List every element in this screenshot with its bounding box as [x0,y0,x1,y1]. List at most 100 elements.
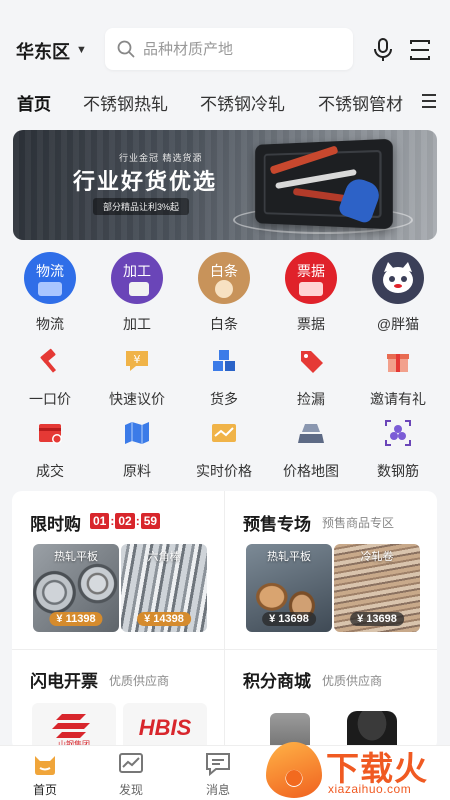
service-label: @胖猫 [376,316,420,332]
feature-bargain-hunt[interactable]: 捡漏 [271,346,351,409]
nav-label: 消息 [205,783,230,797]
feature-invite[interactable]: 邀请有礼 [358,346,438,409]
service-label: 加工 [123,316,151,332]
microphone-icon[interactable] [372,38,394,62]
feature-label: 邀请有礼 [370,391,426,407]
feature-count-rebar[interactable]: 数钢筋 [358,418,438,481]
service-logistics[interactable]: 物流 物流 [10,252,90,334]
presale-subtitle: 预售商品专区 [322,516,395,530]
feature-stock[interactable]: 货多 [184,346,264,409]
product-price: ¥ 11398 [49,612,103,626]
feature-price-map[interactable]: 价格地图 [271,418,351,481]
feature-label: 数钢筋 [377,463,419,479]
discover-chart-icon [119,753,143,773]
tab-pipes[interactable]: 不锈钢管材 [318,90,403,115]
product-card[interactable]: 冷轧卷 ¥ 13698 [334,544,420,632]
category-tabs: 首页 不锈钢热轧 不锈钢冷轧 不锈钢管材 [0,86,450,118]
product-name: 热轧平板 [54,551,98,563]
tag-icon [301,351,323,373]
search-icon [117,40,135,58]
banner-title: 行业好货优选 [73,169,218,194]
price-chart-icon [212,424,236,442]
promo-banner[interactable]: 行业金冠 精选货源 行业好货优选 部分精品让利3%起 [13,130,437,240]
flame-logo-icon [266,742,322,798]
product-card[interactable]: 六角棒 ¥ 14398 [121,544,207,632]
promo-card-grid: 限时购 01 : 02 : 59 热轧平板 ¥ 11398 六角棒 ¥ 1439… [12,491,437,751]
deal-card-icon [39,424,62,444]
feature-label: 一口价 [29,391,71,407]
feature-label: 实时价格 [196,463,252,479]
product-name: 冷轧卷 [360,551,394,563]
gift-icon [387,354,409,372]
credit-icon: 白条 [198,252,250,304]
service-bills[interactable]: 票据 票据 [271,252,351,334]
tab-cold-rolled[interactable]: 不锈钢冷轧 [200,90,285,115]
top-bar: 华东区 ▼ [0,0,450,80]
nav-label: 发现 [118,783,143,797]
tab-home[interactable]: 首页 [17,90,51,115]
product-price: ¥ 14398 [137,612,191,626]
price-chat-icon: ¥ [126,351,148,371]
supplier-logo-hbis[interactable]: HBIS [123,703,207,751]
logistics-icon: 物流 [24,252,76,304]
invoice-subtitle: 优质供应商 [109,674,170,688]
region-selector[interactable]: 华东区 ▼ [16,38,87,64]
banner-subtitle: 行业金冠 精选货源 [119,153,203,163]
feature-label: 价格地图 [283,463,339,479]
cat-home-icon [35,756,55,775]
presale-title: 预售专场 [243,515,311,534]
product-name: 六角棒 [147,551,181,563]
feature-live-price[interactable]: 实时价格 [184,418,264,481]
watermark-url: xiazaihuo.com [328,782,412,796]
nav-discover[interactable]: 发现 [101,752,161,798]
banner-discount: 部分精品让利3%起 [93,198,190,215]
points-mall-title: 积分商城 [243,672,311,691]
feature-quick-bargain[interactable]: ¥ 快速议价 [97,346,177,409]
message-icon [206,753,230,777]
countdown-timer: 01 : 02 : 59 [90,513,161,529]
chevron-down-icon: ▼ [76,44,87,56]
search-input[interactable] [143,40,323,58]
product-card[interactable]: 热轧平板 ¥ 13698 [246,544,332,632]
product-name: 热轧平板 [267,551,311,563]
scan-icon[interactable] [408,38,432,62]
service-label: 票据 [297,316,325,332]
gavel-icon [40,348,57,373]
supplier-logo-text: HBIS [138,715,192,740]
steel-ingot-icon [298,424,324,443]
nav-home[interactable]: 首页 [15,752,75,798]
feature-label: 快速议价 [109,391,165,407]
feature-label: 成交 [36,463,64,479]
feature-fixed-price[interactable]: 一口价 [10,346,90,409]
processing-icon: 加工 [111,252,163,304]
feature-raw-materials[interactable]: 原料 [97,418,177,481]
timer-minutes: 02 [115,513,135,529]
product-price: ¥ 13698 [350,612,404,626]
menu-icon[interactable] [420,92,438,110]
feature-label: 货多 [210,391,238,407]
service-credit[interactable]: 白条 白条 [184,252,264,334]
flash-sale-title: 限时购 [30,515,81,534]
watermark: 下载火 xiazaihuo.com [262,740,450,800]
service-processing[interactable]: 加工 加工 [97,252,177,334]
region-label: 华东区 [16,42,70,62]
invoice-title: 闪电开票 [30,672,98,691]
search-box[interactable] [105,28,353,70]
boxes-icon [213,350,235,371]
feature-deals[interactable]: 成交 [10,418,90,481]
bills-icon: 票据 [285,252,337,304]
tab-hot-rolled[interactable]: 不锈钢热轧 [83,90,168,115]
cat-mascot-icon [372,252,424,304]
service-mascot[interactable]: @胖猫 [358,252,438,334]
timer-hours: 01 [90,513,110,529]
timer-seconds: 59 [140,513,161,529]
points-mall-subtitle: 优质供应商 [322,674,383,688]
supplier-logo-shandong-steel[interactable]: 山钢集团 [32,703,116,751]
product-card[interactable]: 热轧平板 ¥ 11398 [33,544,119,632]
nav-label: 首页 [32,783,57,797]
nav-messages[interactable]: 消息 [188,752,248,798]
service-label: 白条 [210,316,238,332]
rebar-count-icon [385,420,411,446]
feature-label: 捡漏 [297,391,325,407]
product-price: ¥ 13698 [262,612,316,626]
